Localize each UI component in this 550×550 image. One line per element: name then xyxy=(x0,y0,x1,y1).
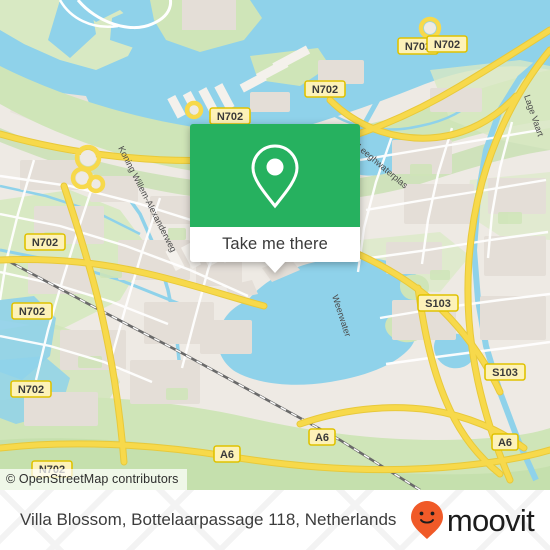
road-shield-label: N702 xyxy=(32,237,58,249)
road-shield-n702: N702 xyxy=(11,302,53,320)
road-shield-label: N702 xyxy=(312,84,338,96)
footer-bar: Villa Blossom, Bottelaarpassage 118, Net… xyxy=(0,490,550,550)
road-shield-label: A6 xyxy=(220,449,234,461)
moovit-map-screenshot: Koning Willem-Alexanderweg Lage Vaart We… xyxy=(0,0,550,550)
road-shield-label: N702 xyxy=(217,111,243,123)
road-shield-label: N702 xyxy=(434,39,460,51)
road-shield-label: S103 xyxy=(492,367,518,379)
popup-green-header xyxy=(190,124,360,227)
moovit-brand-logo: moovit xyxy=(410,500,535,540)
location-popup-card[interactable]: Take me there xyxy=(190,124,360,273)
road-shield-label: A6 xyxy=(315,432,329,444)
road-shield-label: A6 xyxy=(498,437,512,449)
map-pin-icon xyxy=(251,143,299,208)
road-shield-s103: S103 xyxy=(417,294,459,312)
location-title: Villa Blossom, Bottelaarpassage 118, Net… xyxy=(20,510,397,529)
road-shield-n702: N702 xyxy=(304,80,346,98)
moovit-smiley-pin-icon xyxy=(410,501,443,539)
popup-tail-pointer xyxy=(264,261,286,273)
take-me-there-button-label[interactable]: Take me there xyxy=(222,235,328,254)
road-shield-label: N702 xyxy=(18,384,44,396)
road-shield-n702: N702 xyxy=(209,107,251,125)
road-shield-n702: N702 xyxy=(10,380,52,398)
road-shield-a6: A6 xyxy=(213,445,241,463)
moovit-wordmark: moovit xyxy=(446,502,535,538)
road-shield-s103: S103 xyxy=(484,363,526,381)
map-attribution: © OpenStreetMap contributors xyxy=(0,469,187,490)
road-shield-n702: N702 xyxy=(24,233,66,251)
road-shield-label: N702 xyxy=(19,306,45,318)
road-shield-a6: A6 xyxy=(308,428,336,446)
popup-action-bar[interactable]: Take me there xyxy=(190,227,360,262)
road-shield-n702: N702 xyxy=(426,35,468,53)
road-shield-a6: A6 xyxy=(491,433,519,451)
road-shield-label: S103 xyxy=(425,298,451,310)
